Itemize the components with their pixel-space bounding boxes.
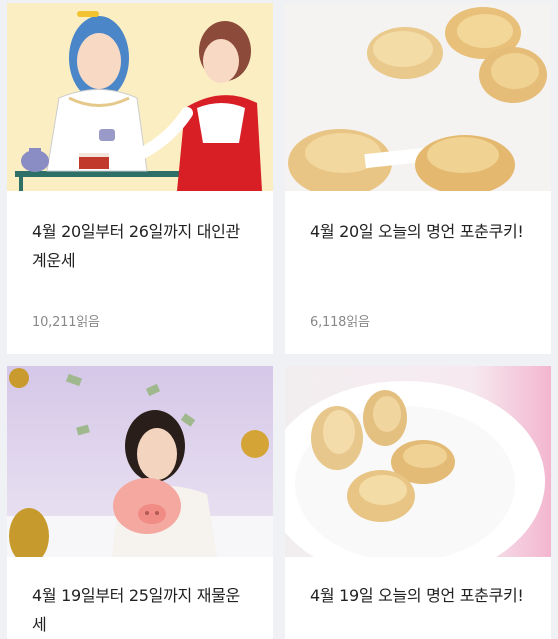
article-card[interactable]: 4월 20일 오늘의 명언 포춘쿠키! 6,118읽음 [285,3,551,354]
read-count: 6,118읽음 [310,315,370,330]
article-thumbnail[interactable] [7,3,273,191]
article-grid: 4월 20일부터 26일까지 대인관계운세 10,211읽음 4월 20일 오늘… [0,0,558,639]
article-card[interactable]: 4월 19일부터 25일까지 재물운세 [7,366,273,639]
article-title[interactable]: 4월 20일부터 26일까지 대인관계운세 [32,217,253,275]
article-card[interactable]: 4월 20일부터 26일까지 대인관계운세 10,211읽음 [7,3,273,354]
article-thumbnail[interactable] [285,366,551,557]
article-thumbnail[interactable] [7,366,273,557]
read-count: 10,211읽음 [32,315,100,330]
article-thumbnail[interactable] [285,3,551,191]
article-title[interactable]: 4월 20일 오늘의 명언 포춘쿠키! [310,217,531,246]
article-card[interactable]: 4월 19일 오늘의 명언 포춘쿠키! [285,366,551,639]
article-title[interactable]: 4월 19일부터 25일까지 재물운세 [32,581,253,639]
article-title[interactable]: 4월 19일 오늘의 명언 포춘쿠키! [310,581,531,610]
